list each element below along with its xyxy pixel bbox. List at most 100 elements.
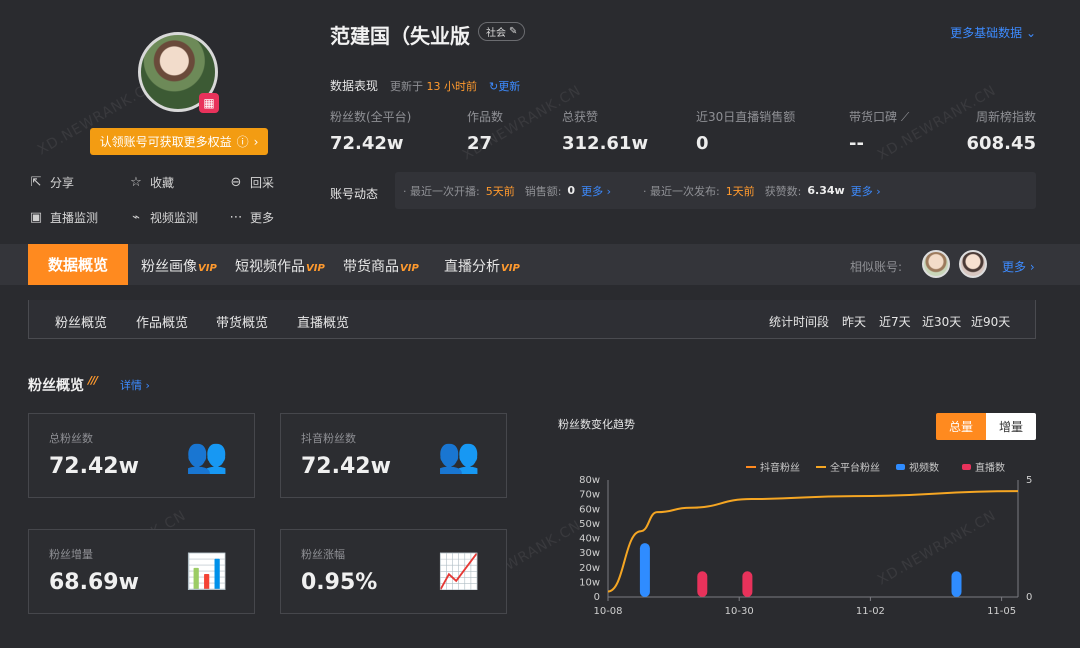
live-monitor-icon: ▣ <box>29 210 43 225</box>
y-tick-label: 10w <box>579 577 600 588</box>
period-label: 统计时间段 <box>769 315 830 329</box>
tab-short-videos[interactable]: 短视频作品VIP <box>235 256 325 276</box>
chart-mini-icon: ⟋ <box>900 110 910 124</box>
tab-label: 带货商品 <box>343 259 399 275</box>
similar-more-link[interactable]: 更多 › <box>1002 258 1035 275</box>
sales-value: 0 <box>567 184 576 197</box>
douyin-users-icon: 👥 <box>437 436 480 476</box>
vip-badge: VIP <box>400 263 419 274</box>
similar-account-avatar[interactable] <box>922 250 950 278</box>
action-label: 分享 <box>50 176 75 190</box>
action-label: 视频监测 <box>150 211 199 225</box>
post-more-link[interactable]: 更多 › <box>851 183 881 199</box>
action-label: 回采 <box>250 176 275 190</box>
live-monitor-button[interactable]: ▣ 直播监测 <box>28 209 98 226</box>
y2-tick-label: 5 <box>1026 475 1032 486</box>
stat-label: 近30日直播销售额 <box>696 110 796 124</box>
trend-up-icon: 📈 <box>437 552 480 592</box>
bar-lives <box>742 571 753 597</box>
favorite-button[interactable]: ☆ 收藏 <box>128 174 174 191</box>
post-time: 1天前 <box>725 184 755 198</box>
tab-fan-profile[interactable]: 粉丝画像VIP <box>141 256 217 276</box>
card-douyin-fans: 抖音粉丝数 72.42w 👥 <box>280 413 507 498</box>
y-tick-label: 0 <box>594 592 600 603</box>
refresh-icon: ↻ <box>489 79 499 93</box>
period-30d[interactable]: 近30天 <box>922 313 961 330</box>
subtab-works[interactable]: 作品概览 <box>136 312 188 331</box>
tab-live-analysis[interactable]: 直播分析VIP <box>444 256 520 276</box>
refresh-button[interactable]: ↻更新 <box>489 78 520 94</box>
tab-label: 短视频作品 <box>235 259 305 275</box>
detail-label: 详情 <box>120 379 142 392</box>
more-icon: ⋯ <box>229 210 243 225</box>
y-tick-label: 70w <box>579 490 600 501</box>
fan-trend-chart: 0 10w 20w 30w 40w 50w 60w 70w 80w 0 5 10-08 10-30 11-… <box>579 475 1032 617</box>
users-icon: 👥 <box>185 436 228 476</box>
y2-tick-label: 0 <box>1026 592 1032 603</box>
period-7d[interactable]: 近7天 <box>879 313 911 330</box>
stat-value: 0 <box>696 133 709 154</box>
period-yesterday[interactable]: 昨天 <box>842 313 866 330</box>
stat-reputation: 带货口碑 ⟋ -- <box>849 108 909 154</box>
y-tick-label: 40w <box>579 534 600 545</box>
updated-time: 13 小时前 <box>426 79 478 93</box>
category-tag[interactable]: 社会 ✎ <box>478 22 526 41</box>
stat-value: -- <box>849 133 864 154</box>
subtab-products[interactable]: 带货概览 <box>216 312 268 331</box>
y-tick-label: 50w <box>579 519 600 530</box>
similar-account-avatar[interactable] <box>959 250 987 278</box>
card-value: 0.95% <box>301 570 378 595</box>
legend-swatch <box>896 463 905 470</box>
y-tick-label: 60w <box>579 504 600 515</box>
qr-code-icon[interactable]: ▦ <box>199 93 219 113</box>
stat-label: 带货口碑 <box>849 110 898 124</box>
chart-title: 粉丝数变化趋势 <box>558 418 635 431</box>
recollect-button[interactable]: ⊖ 回采 <box>228 174 274 191</box>
category-tag-label: 社会 <box>486 28 506 39</box>
period-90d[interactable]: 近90天 <box>971 313 1010 330</box>
more-label: 更多 <box>581 184 604 198</box>
vip-badge: VIP <box>306 263 325 274</box>
card-fan-increment: 粉丝增量 68.69w 📊 <box>28 529 255 614</box>
likes-label: 获赞数: <box>764 184 802 198</box>
vip-badge: VIP <box>198 263 217 274</box>
stat-label: 作品数 <box>467 110 504 124</box>
more-data-link[interactable]: 更多基础数据 ⌄ <box>950 24 1036 41</box>
chevron-right-icon: › <box>253 134 259 149</box>
legend-swatch <box>962 463 971 470</box>
video-monitor-button[interactable]: ⌁ 视频监测 <box>128 209 198 226</box>
card-label: 总粉丝数 <box>49 432 93 445</box>
more-actions-button[interactable]: ⋯ 更多 <box>228 209 275 226</box>
edit-icon: ✎ <box>509 26 518 37</box>
detail-link[interactable]: 详情 › <box>120 377 150 393</box>
subtab-fans[interactable]: 粉丝概览 <box>55 312 107 331</box>
tab-products[interactable]: 带货商品VIP <box>343 256 419 276</box>
action-label: 直播监测 <box>50 211 99 225</box>
more-data-label: 更多基础数据 <box>950 26 1023 40</box>
vip-badge: VIP <box>501 263 520 274</box>
live-time: 5天前 <box>485 184 515 198</box>
stat-label: 周新榜指数 <box>975 110 1036 124</box>
card-value: 72.42w <box>49 454 139 479</box>
account-name: 范建国（失业版 <box>330 24 470 48</box>
toggle-total[interactable]: 总量 <box>936 413 986 440</box>
live-prefix: · 最近一次开播: <box>403 184 480 198</box>
stat-likes: 总获赞 312.61w <box>562 108 648 154</box>
subtab-live[interactable]: 直播概览 <box>297 312 349 331</box>
live-more-link[interactable]: 更多 › <box>581 183 611 199</box>
card-total-fans: 总粉丝数 72.42w 👥 <box>28 413 255 498</box>
tab-label: 直播分析 <box>444 259 500 275</box>
card-label: 粉丝增量 <box>49 548 93 561</box>
claim-account-button[interactable]: 认领账号可获取更多权益 ⓘ › <box>90 128 268 155</box>
flame-icon: /// <box>88 374 98 387</box>
tab-overview[interactable]: 数据概览 <box>28 244 128 285</box>
similar-label: 相似账号: <box>850 260 903 274</box>
post-prefix: · 最近一次发布: <box>642 184 720 198</box>
stat-fans: 粉丝数(全平台) 72.42w <box>330 108 411 154</box>
stat-live-sales: 近30日直播销售额 0 <box>696 108 795 154</box>
recollect-icon: ⊖ <box>230 175 242 190</box>
toggle-increment[interactable]: 增量 <box>986 413 1036 440</box>
share-button[interactable]: ⇱ 分享 <box>28 174 74 191</box>
stat-works: 作品数 27 <box>467 108 503 154</box>
bar-up-icon: 📊 <box>185 552 228 592</box>
